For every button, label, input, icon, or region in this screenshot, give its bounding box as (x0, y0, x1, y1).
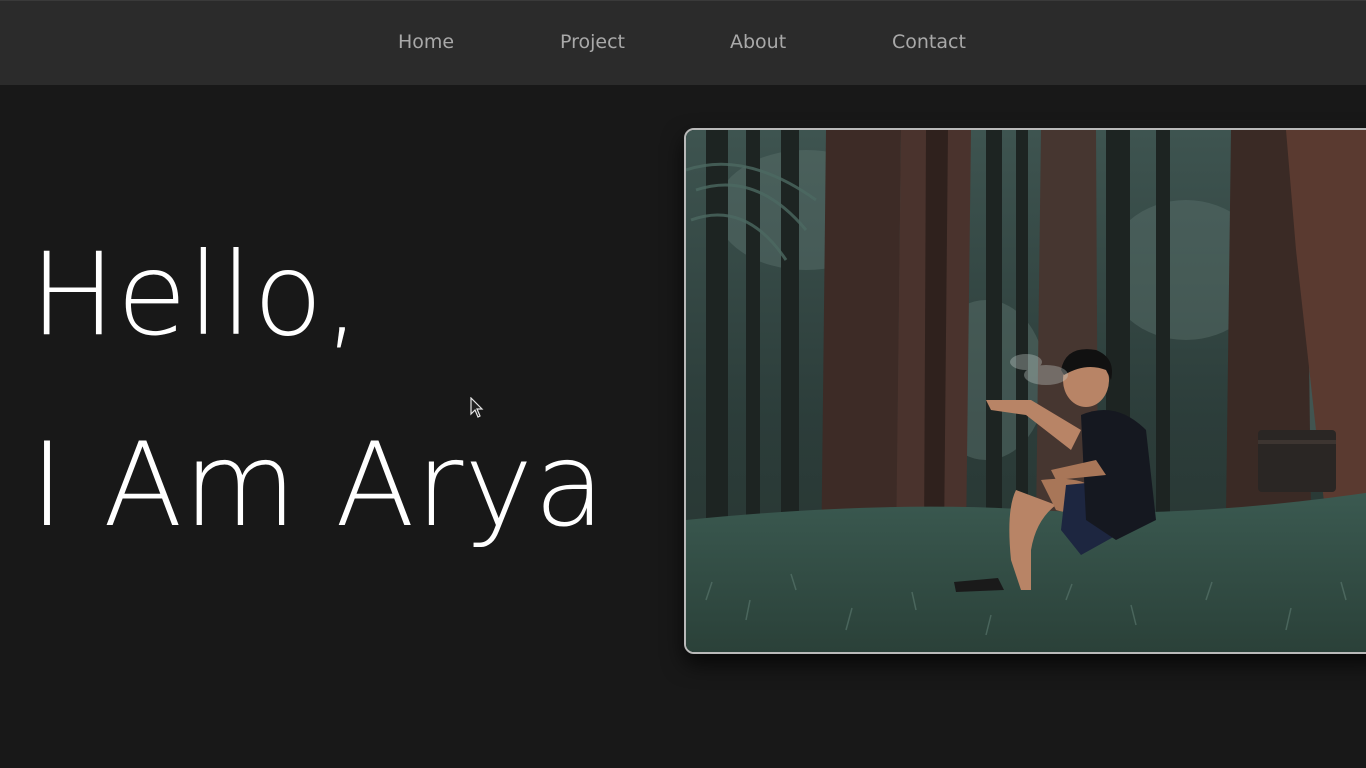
mouse-pointer-icon (470, 397, 484, 418)
profile-photo (684, 128, 1366, 654)
nav-link-home[interactable]: Home (398, 31, 454, 53)
forest-photo-illustration (686, 130, 1366, 652)
hero-greeting: Hello, (30, 228, 362, 361)
top-navbar: Home Project About Contact (0, 0, 1366, 85)
nav-link-project[interactable]: Project (560, 31, 625, 53)
nav-link-contact[interactable]: Contact (892, 31, 966, 53)
hero-name: I Am Arya (30, 418, 607, 553)
nav-link-about[interactable]: About (730, 31, 786, 53)
